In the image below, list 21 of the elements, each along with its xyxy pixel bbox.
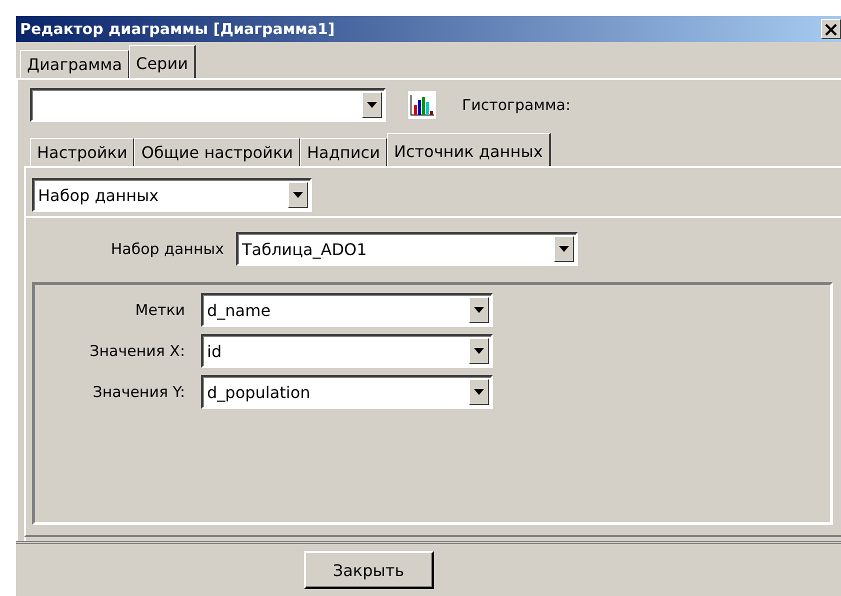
- field-label: Метки: [134, 301, 185, 319]
- tab[interactable]: Диаграмма: [20, 50, 130, 78]
- tab[interactable]: Общие настройки: [134, 138, 300, 166]
- close-button[interactable]: ×: [821, 19, 841, 39]
- series-combo[interactable]: [30, 88, 386, 122]
- field-label: Значения X:: [88, 342, 185, 360]
- field-combo[interactable]: d_population: [201, 375, 493, 409]
- field-label: Значения Y:: [92, 383, 185, 401]
- tab[interactable]: Источник данных: [386, 133, 551, 166]
- bar-chart-icon[interactable]: [408, 91, 436, 119]
- tab[interactable]: Серии: [129, 45, 196, 78]
- series-type-label: Гистограмма:: [462, 96, 571, 114]
- close-dialog-button[interactable]: Закрыть: [304, 551, 434, 589]
- field-combo[interactable]: id: [201, 334, 493, 368]
- tab[interactable]: Настройки: [30, 138, 134, 166]
- window-title: Редактор диаграммы [Диаграмма1]: [20, 20, 335, 38]
- tab[interactable]: Надписи: [300, 138, 387, 166]
- field-combo[interactable]: d_name: [201, 293, 493, 327]
- dataset-label: Набор данных: [110, 240, 224, 258]
- source-combo[interactable]: Набор данных: [32, 178, 312, 212]
- dataset-combo[interactable]: Таблица_ADO1: [236, 232, 578, 266]
